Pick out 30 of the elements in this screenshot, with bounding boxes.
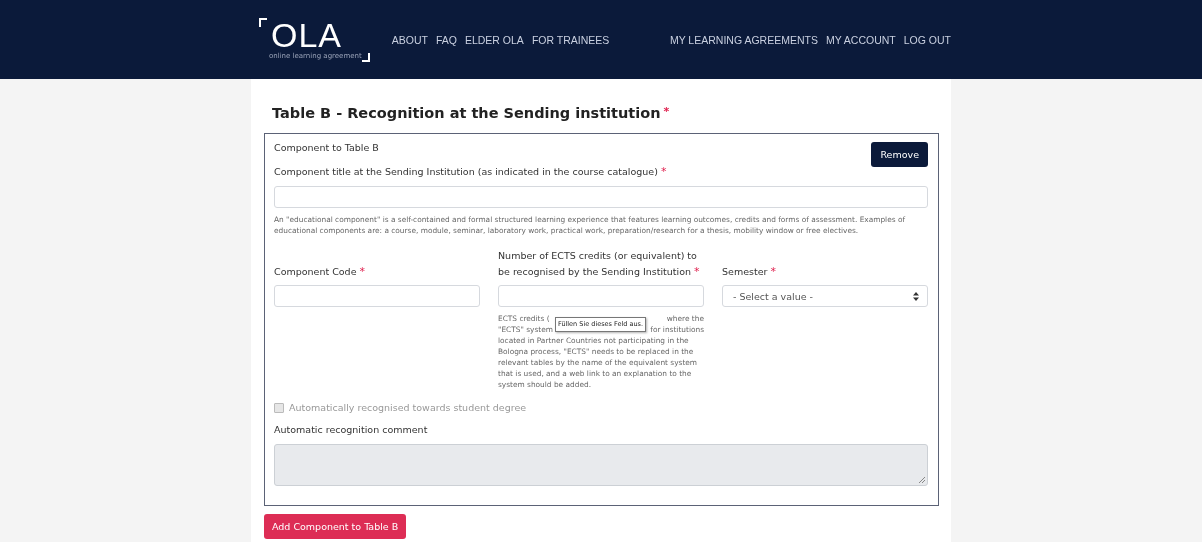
field-label: Component Code * [274,264,365,280]
add-component-button[interactable]: Add Component to Table B [264,514,407,539]
nav-link[interactable]: ABOUT [391,33,428,46]
nav-link[interactable]: ELDER OLA [464,33,524,46]
nav-link[interactable]: FOR TRAINEES [531,33,610,46]
field-label: Number of ECTS credits (or equivalent) to be recognised by the Sending Institution * [498,249,701,280]
component-heading: Component to Table B [274,142,379,153]
nav-link[interactable]: LOG OUT [903,33,951,46]
nav-link[interactable]: FAQ [435,33,457,46]
input-field[interactable] [274,186,928,208]
nav-link[interactable]: MY LEARNING AGREEMENTS [669,33,818,46]
bracket-icon [259,17,267,27]
field-label: Semester * [722,264,776,280]
required-mark: * [359,265,365,278]
required-mark: * [660,165,667,178]
input-field[interactable] [498,285,704,307]
nav-link[interactable]: MY ACCOUNT [825,33,896,46]
field-label: Component title at the Sending Institution (as indicated in the course catalogue) * [274,164,668,180]
checkbox-label: Automatically recognised towards student degree [289,402,527,413]
bracket-icon [361,52,370,62]
section-title: Table B - Recognition at the Sending institution * [272,105,671,121]
required-mark: * [694,265,700,278]
select-field[interactable]: - Select a value - [722,285,928,307]
required-mark: * [663,105,670,118]
remove-button[interactable]: Remove [871,142,928,167]
sort-icon [913,291,919,301]
required-mark: * [770,265,776,278]
field-label: Automatic recognition comment [274,423,429,437]
input-field[interactable] [274,285,480,307]
logo-text[interactable]: OLA [267,17,362,52]
